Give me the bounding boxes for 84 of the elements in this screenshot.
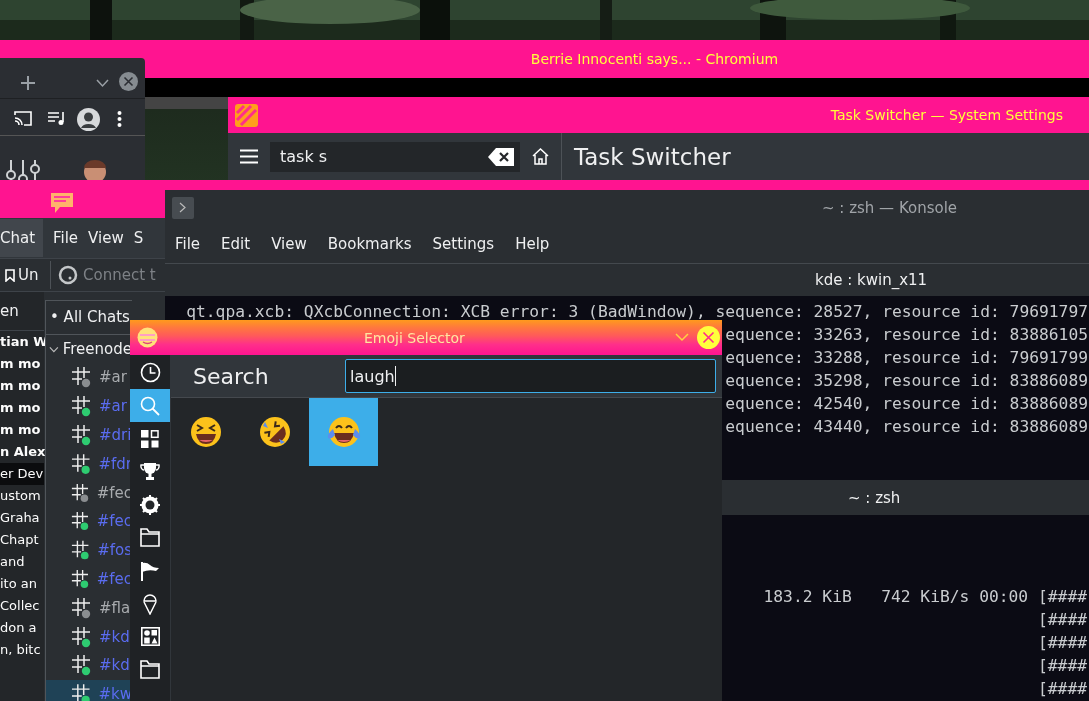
bookmark-icon bbox=[5, 268, 15, 282]
clock-icon bbox=[139, 362, 161, 383]
tab-title[interactable]: ~ : zsh bbox=[848, 488, 901, 507]
connect-button[interactable]: Connect t bbox=[58, 265, 156, 285]
network-label[interactable]: Freenode bbox=[62, 340, 132, 358]
window-title: Task Switcher — System Settings bbox=[830, 107, 1063, 123]
menu-item[interactable]: File bbox=[175, 235, 201, 253]
chat-list-item[interactable]: n, bitc bbox=[0, 639, 44, 661]
menu-item[interactable]: Edit bbox=[221, 235, 251, 253]
avatar-icon[interactable] bbox=[77, 108, 100, 131]
terminal-line: equence: 42540, resource id: 83886089 bbox=[725, 393, 1088, 415]
menu-item[interactable]: View bbox=[88, 229, 124, 247]
chat-list-item[interactable]: Chapt bbox=[0, 529, 44, 551]
chat-list-item[interactable]: Graha bbox=[0, 507, 44, 529]
channel-item[interactable]: #fec bbox=[46, 478, 132, 507]
chat-list-item[interactable]: ito an bbox=[0, 573, 44, 595]
chat-list-item[interactable]: er Dev bbox=[0, 463, 44, 485]
menu-item[interactable]: View bbox=[271, 235, 307, 253]
chat-list-item[interactable]: m mo bbox=[0, 419, 44, 441]
terminal-line: [#### bbox=[1038, 655, 1088, 677]
close-icon[interactable] bbox=[119, 72, 138, 91]
terminal-line: equence: 33263, resource id: 83886105 bbox=[725, 324, 1088, 346]
terminal-line: [#### bbox=[1038, 609, 1088, 631]
search-field[interactable]: laugh bbox=[345, 359, 716, 393]
close-icon[interactable] bbox=[697, 326, 720, 349]
window-title: ~ : zsh — Konsole bbox=[822, 198, 958, 217]
home-icon[interactable] bbox=[532, 148, 549, 165]
playlist-icon[interactable] bbox=[47, 111, 66, 126]
emoji-button[interactable] bbox=[309, 398, 378, 466]
menu-item[interactable]: Bookmarks bbox=[327, 235, 412, 253]
folder-icon bbox=[140, 528, 160, 547]
channel-item[interactable]: #fla bbox=[46, 593, 132, 623]
clear-icon[interactable] bbox=[488, 147, 514, 166]
terminal-line: equence: 33288, resource id: 79691799 bbox=[725, 347, 1088, 369]
chat-list-item[interactable]: and bbox=[0, 551, 44, 573]
menu-item[interactable]: Settings bbox=[432, 235, 495, 253]
page-heading: Task Switcher bbox=[574, 143, 731, 170]
flag-icon bbox=[140, 560, 160, 581]
chat-list-item[interactable]: don a bbox=[0, 617, 44, 639]
terminal-line: [#### bbox=[1038, 632, 1088, 654]
chat-bubble-icon bbox=[50, 192, 74, 214]
app-icon bbox=[235, 103, 258, 127]
circle-icon bbox=[58, 265, 78, 285]
chat-list-item[interactable]: Collec bbox=[0, 595, 44, 617]
search-icon bbox=[140, 395, 160, 416]
chevron-icon bbox=[179, 202, 187, 213]
chat-list-item[interactable]: n Alex bbox=[0, 441, 44, 463]
chat-tab[interactable]: Chat bbox=[0, 219, 43, 257]
search-field[interactable]: task s bbox=[270, 141, 520, 172]
menu-icon[interactable] bbox=[240, 149, 258, 164]
unread-button[interactable]: Un bbox=[0, 266, 43, 284]
chat-list-item[interactable]: m mo bbox=[0, 375, 44, 397]
menu-button[interactable] bbox=[172, 196, 194, 219]
window-title: Berrie Innocenti says... - Chromium bbox=[530, 51, 779, 67]
ice-cream-icon bbox=[142, 592, 158, 615]
terminal-line: equence: 43440, resource id: 83886089 bbox=[725, 416, 1088, 438]
chevron-icon[interactable] bbox=[96, 79, 109, 88]
laughing-face-icon bbox=[189, 416, 222, 448]
chat-list-item[interactable]: m mo bbox=[0, 353, 44, 375]
face-with-tears-icon bbox=[325, 416, 362, 448]
gear-icon bbox=[140, 494, 160, 515]
search-label: Search bbox=[193, 363, 270, 389]
menu-item[interactable]: S bbox=[133, 229, 144, 247]
menu-icon[interactable] bbox=[117, 111, 122, 127]
rolling-laughing-face-icon bbox=[258, 416, 291, 448]
terminal-line: qt.qpa.xcb: QXcbConnection: XCB error: 3 (BadWindow), sequence: 28527, resource id: 79691797 bbox=[186, 301, 1088, 323]
chat-list-item[interactable]: ustom bbox=[0, 485, 44, 507]
column-header: en bbox=[0, 292, 44, 331]
grid-icon bbox=[141, 429, 159, 448]
chat-list-item[interactable]: m mo bbox=[0, 397, 44, 419]
terminal-line: [#### bbox=[1038, 678, 1088, 700]
channel-item[interactable]: #ar bbox=[46, 363, 132, 392]
new-tab-icon[interactable] bbox=[20, 75, 36, 91]
menu-item[interactable]: File bbox=[53, 229, 79, 247]
tab-title[interactable]: kde : kwin_x11 bbox=[815, 271, 928, 289]
cast-icon[interactable] bbox=[14, 111, 32, 126]
menu-item[interactable]: Help bbox=[515, 235, 550, 253]
folder-icon bbox=[140, 660, 160, 679]
smiley-icon bbox=[137, 327, 158, 348]
shapes-icon bbox=[140, 627, 160, 646]
terminal-line: equence: 35298, resource id: 83886089 bbox=[725, 370, 1088, 392]
terminal-line: 183.2 KiB 742 KiB/s 00:00 [#### bbox=[763, 586, 1088, 608]
trophy-icon bbox=[140, 462, 160, 481]
window-title: Emoji Selector bbox=[364, 329, 465, 346]
